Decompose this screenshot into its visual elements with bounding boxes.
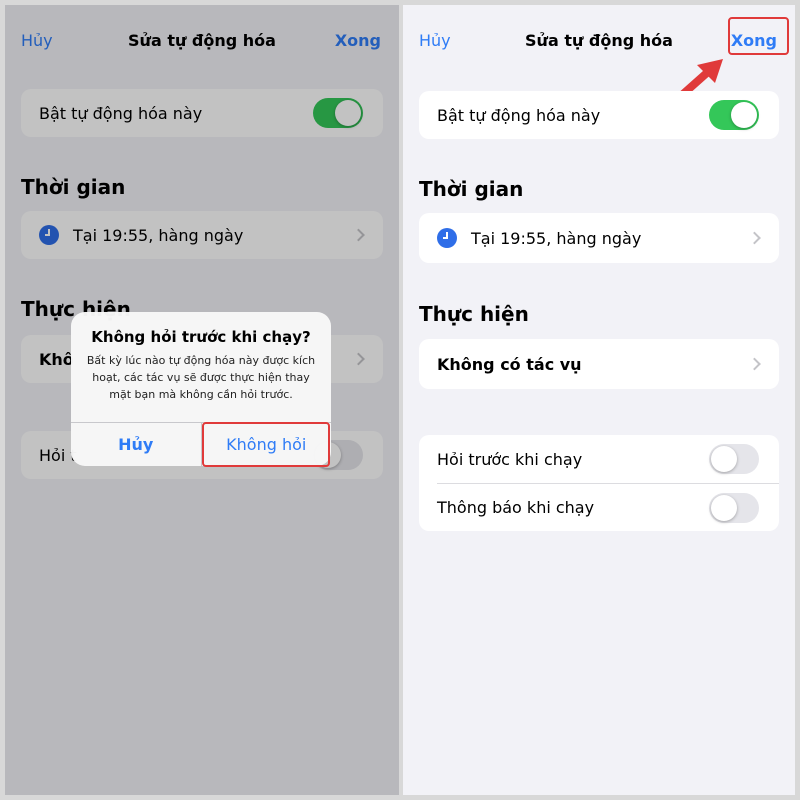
chevron-right-icon (748, 231, 761, 245)
time-section-title: Thời gian (419, 177, 524, 201)
notify-when-run-label: Thông báo khi chạy (437, 498, 595, 517)
toggle-knob (711, 446, 737, 472)
alert-message: Bất kỳ lúc nào tự động hóa này được kích… (86, 354, 316, 401)
ask-before-running-row: Hỏi trước khi chạy (419, 435, 779, 483)
enable-automation-card: Bật tự động hóa này (419, 91, 779, 139)
highlight-confirm-box (202, 422, 330, 467)
alert-title: Không hỏi trước khi chạy? (91, 328, 311, 346)
enable-automation-label: Bật tự động hóa này (437, 105, 601, 125)
enable-automation-toggle[interactable] (709, 100, 759, 130)
notify-when-run-toggle[interactable] (709, 492, 759, 523)
time-trigger-row[interactable]: Tại 19:55, hàng ngày (419, 213, 779, 263)
no-action-label: Không có tác vụ (437, 354, 582, 374)
alert-cancel-button[interactable]: Hủy (71, 423, 201, 466)
options-card: Hỏi trước khi chạy Thông báo khi chạy (419, 435, 779, 531)
ask-before-running-label: Hỏi trước khi chạy (437, 449, 583, 469)
no-action-row[interactable]: Không có tác vụ (419, 339, 779, 389)
clock-icon (437, 228, 457, 248)
notify-when-run-row: Thông báo khi chạy (437, 483, 779, 531)
time-trigger-label: Tại 19:55, hàng ngày (471, 228, 642, 248)
chevron-right-icon (748, 357, 761, 371)
toggle-knob (731, 102, 757, 128)
ask-before-running-toggle[interactable] (709, 444, 759, 474)
action-card: Không có tác vụ (419, 339, 779, 389)
action-section-title: Thực hiện (419, 302, 529, 326)
enable-automation-row: Bật tự động hóa này (419, 91, 779, 139)
toggle-knob (711, 494, 737, 521)
right-screen: Hủy Sửa tự động hóa Xong Bật tự động hóa… (403, 5, 795, 795)
left-screen: Hủy Sửa tự động hóa Xong Bật tự động hóa… (5, 5, 399, 795)
highlight-done-box (728, 17, 789, 55)
time-card: Tại 19:55, hàng ngày (419, 213, 779, 263)
